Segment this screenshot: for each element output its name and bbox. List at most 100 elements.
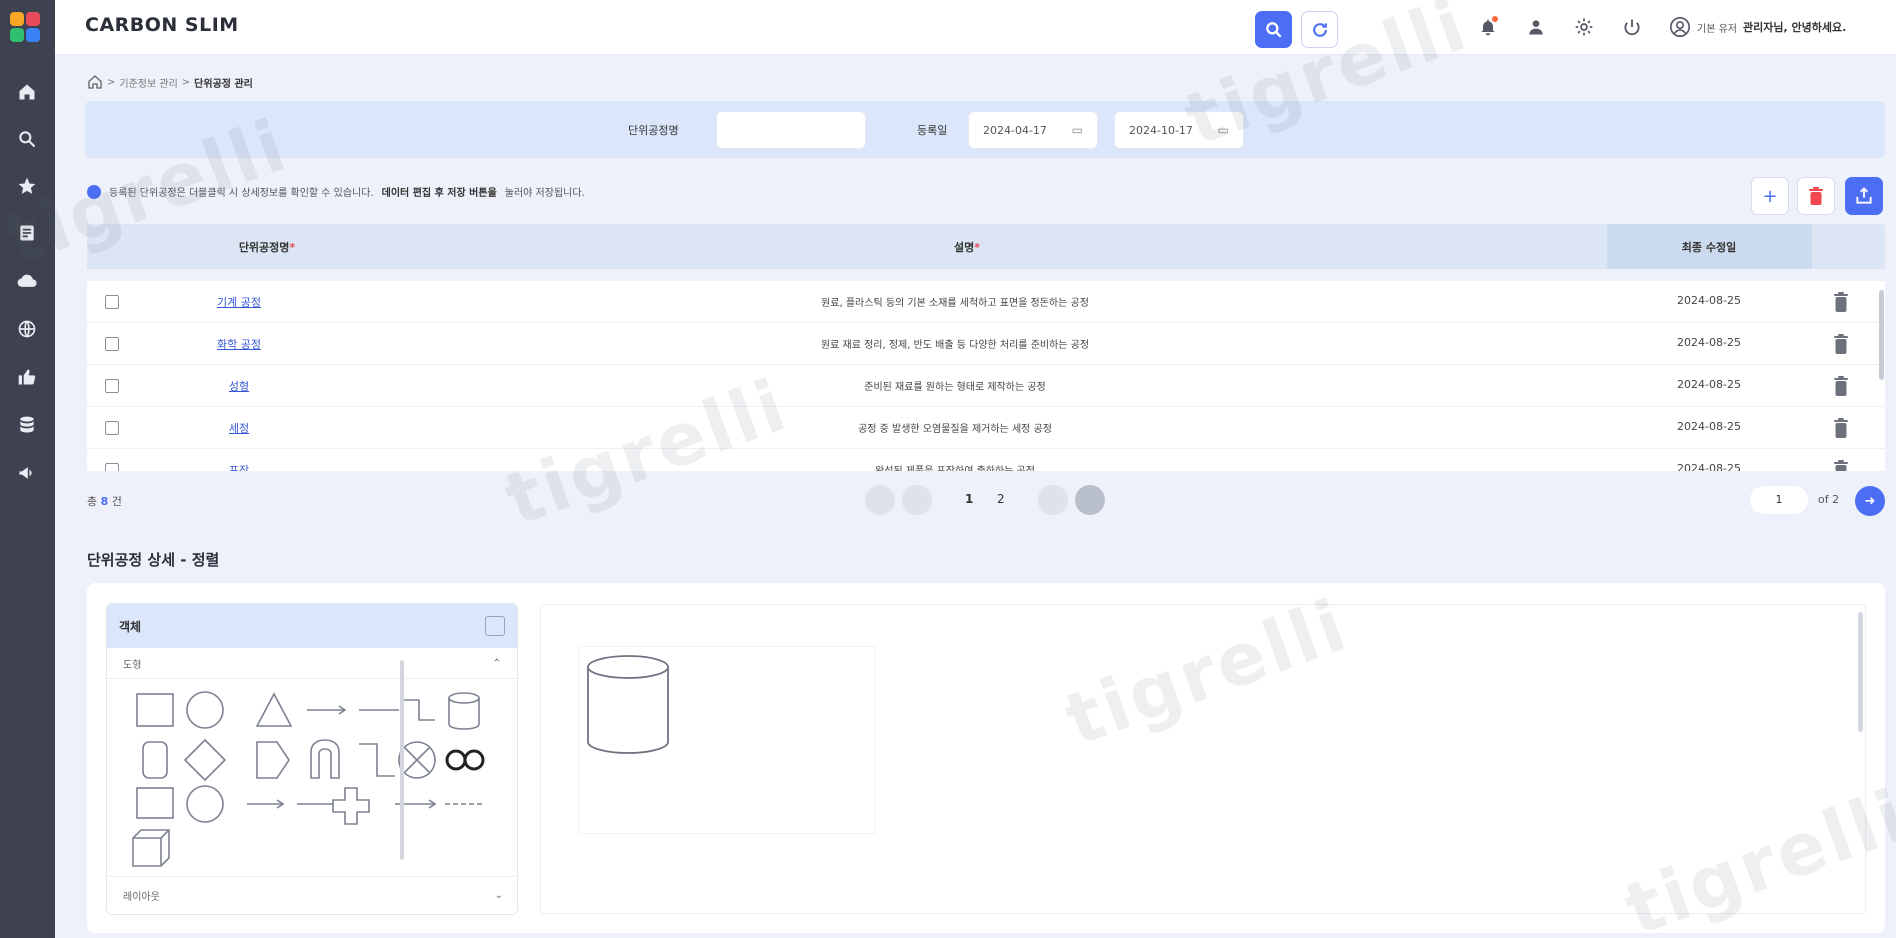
cell-modified-date: 2024-08-25	[1677, 378, 1741, 391]
diamond-shape-icon[interactable]	[183, 738, 227, 782]
cross-shape-icon[interactable]	[332, 787, 370, 825]
megaphone-icon[interactable]	[14, 460, 40, 486]
page-2[interactable]: 2	[997, 492, 1005, 506]
power-icon[interactable]	[1619, 14, 1645, 40]
info-tail-text: 눌러야 저장됩니다.	[504, 188, 585, 199]
first-page-button[interactable]	[865, 485, 895, 515]
step-line-alt-icon[interactable]	[359, 743, 395, 777]
column-header-modified-date[interactable]: 최종 수정일	[1682, 239, 1736, 255]
cylinder-shape-icon[interactable]	[448, 692, 480, 730]
arrow-line-2-icon[interactable]	[247, 799, 285, 809]
trash-icon[interactable]	[1833, 418, 1849, 438]
cell-modified-date: 2024-08-25	[1677, 294, 1741, 307]
breadcrumb-parent[interactable]: 기준정보 관리	[119, 75, 177, 90]
star-icon[interactable]	[14, 173, 40, 199]
process-name-input[interactable]	[716, 111, 866, 149]
date-from-field[interactable]: 2024-04-17 ▭	[968, 111, 1098, 149]
circle-shape-icon[interactable]	[186, 691, 224, 729]
cell-process-name[interactable]: 기계 공정	[217, 294, 261, 310]
trash-icon[interactable]	[1833, 334, 1849, 354]
palette-section-shapes[interactable]: 도형 ⌃	[107, 648, 517, 679]
column-header-name[interactable]: 단위공정명*	[239, 239, 295, 255]
rounded-rect-shape-icon[interactable]	[142, 741, 168, 779]
search-icon[interactable]	[14, 126, 40, 152]
arrow-right-icon: ➜	[1864, 493, 1876, 509]
info-bold-text: 데이터 편집 후 저장 버튼을	[381, 188, 497, 199]
table-row[interactable]: 기계 공정 원료, 플라스틱 등의 기본 소재를 세척하고 표면을 정돈하는 공정…	[87, 281, 1885, 323]
circle-small-shape-icon[interactable]	[186, 785, 224, 823]
palette-section-layout[interactable]: 레이아웃 ⌄	[107, 876, 517, 914]
palette-toggle-button[interactable]	[485, 616, 505, 636]
delete-rows-button[interactable]	[1797, 177, 1835, 215]
row-checkbox[interactable]	[105, 421, 119, 435]
x-circle-shape-icon[interactable]	[398, 741, 436, 779]
arch-shape-icon[interactable]	[310, 739, 340, 779]
home-small-icon[interactable]	[87, 74, 103, 90]
table-row[interactable]: 포장 완성된 제품을 포장하여 출하하는 공정 2024-08-25	[87, 449, 1885, 471]
prev-page-button[interactable]	[902, 485, 932, 515]
thumbs-up-icon[interactable]	[14, 364, 40, 390]
gear-icon[interactable]	[1571, 14, 1597, 40]
reset-button[interactable]	[1301, 11, 1338, 48]
column-header-description[interactable]: 설명*	[954, 239, 980, 255]
next-page-button[interactable]	[1038, 485, 1068, 515]
row-checkbox[interactable]	[105, 295, 119, 309]
page-jump-input[interactable]: 1	[1750, 486, 1808, 514]
table-row[interactable]: 세정 공정 중 발생한 오염물질을 제거하는 세정 공정 2024-08-25	[87, 407, 1885, 449]
canvas-scrollbar[interactable]	[1858, 612, 1863, 732]
row-checkbox[interactable]	[105, 463, 119, 471]
bell-icon[interactable]	[1475, 14, 1501, 40]
chevron-up-icon: ⌃	[492, 657, 501, 669]
top-header: CARBON SLIM 기본 유저 관리자님, 안녕하세요.	[55, 0, 1896, 55]
date-to-field[interactable]: 2024-10-17 ▭	[1114, 111, 1244, 149]
user-role: 기본 유저	[1697, 23, 1737, 35]
rectangle-shape-icon[interactable]	[136, 693, 174, 727]
trash-icon[interactable]	[1833, 292, 1849, 312]
document-icon[interactable]	[14, 220, 40, 246]
trash-icon[interactable]	[1833, 460, 1849, 471]
search-panel: 단위공정명 등록일 2024-04-17 ▭ ~ 2024-10-17 ▭	[85, 101, 1885, 158]
page-1[interactable]: 1	[965, 492, 973, 506]
row-checkbox[interactable]	[105, 379, 119, 393]
app-logo-icon[interactable]	[10, 12, 42, 44]
calendar-icon[interactable]: ▭	[1218, 123, 1229, 137]
home-icon[interactable]	[14, 79, 40, 105]
table-header: 단위공정명* 설명* 최종 수정일	[87, 224, 1885, 269]
row-checkbox[interactable]	[105, 337, 119, 351]
rectangle-small-shape-icon[interactable]	[136, 787, 174, 819]
infinity-shape-icon[interactable]	[445, 749, 485, 771]
user-icon[interactable]	[1523, 14, 1549, 40]
search-icon	[1265, 21, 1281, 37]
page-go-button[interactable]: ➜	[1855, 486, 1885, 516]
table-scrollbar[interactable]	[1879, 290, 1884, 380]
pentagon-arrow-shape-icon[interactable]	[256, 741, 290, 779]
cube-shape-icon[interactable]	[132, 829, 170, 867]
avatar-icon	[1669, 16, 1691, 38]
cylinder-node[interactable]	[582, 650, 672, 760]
cloud-icon[interactable]	[14, 268, 40, 294]
page-total-label: of 2	[1818, 493, 1840, 506]
palette-scrollbar[interactable]	[400, 660, 404, 860]
cell-process-name[interactable]: 성형	[229, 378, 249, 394]
database-icon[interactable]	[14, 412, 40, 438]
breadcrumb-separator: >	[107, 76, 116, 88]
globe-icon[interactable]	[14, 316, 40, 342]
step-line-icon[interactable]	[403, 699, 435, 721]
cell-description: 원료 재료 정리, 정제, 반도 배출 등 다양한 처리를 준비하는 공정	[820, 340, 1090, 351]
export-button[interactable]	[1845, 177, 1883, 215]
add-row-button[interactable]: +	[1751, 177, 1789, 215]
table-row[interactable]: 성형 준비된 재료를 원하는 형태로 제작하는 공정 2024-08-25	[87, 365, 1885, 407]
cell-process-name[interactable]: 화학 공정	[217, 336, 261, 352]
cell-process-name[interactable]: 포장	[229, 462, 249, 471]
arrow-line-icon[interactable]	[307, 705, 347, 715]
cell-description: 준비된 재료를 원하는 형태로 제작하는 공정	[864, 382, 1046, 393]
cell-process-name[interactable]: 세정	[229, 420, 249, 436]
table-row[interactable]: 화학 공정 원료 재료 정리, 정제, 반도 배출 등 다양한 처리를 준비하는 …	[87, 323, 1885, 365]
calendar-icon[interactable]: ▭	[1072, 123, 1083, 137]
user-greeting[interactable]: 기본 유저 관리자님, 안녕하세요.	[1669, 14, 1846, 40]
trash-icon[interactable]	[1833, 376, 1849, 396]
last-page-button[interactable]	[1075, 485, 1105, 515]
chevron-down-icon: ⌄	[494, 890, 503, 901]
search-button[interactable]	[1255, 11, 1292, 48]
triangle-shape-icon[interactable]	[255, 692, 293, 727]
